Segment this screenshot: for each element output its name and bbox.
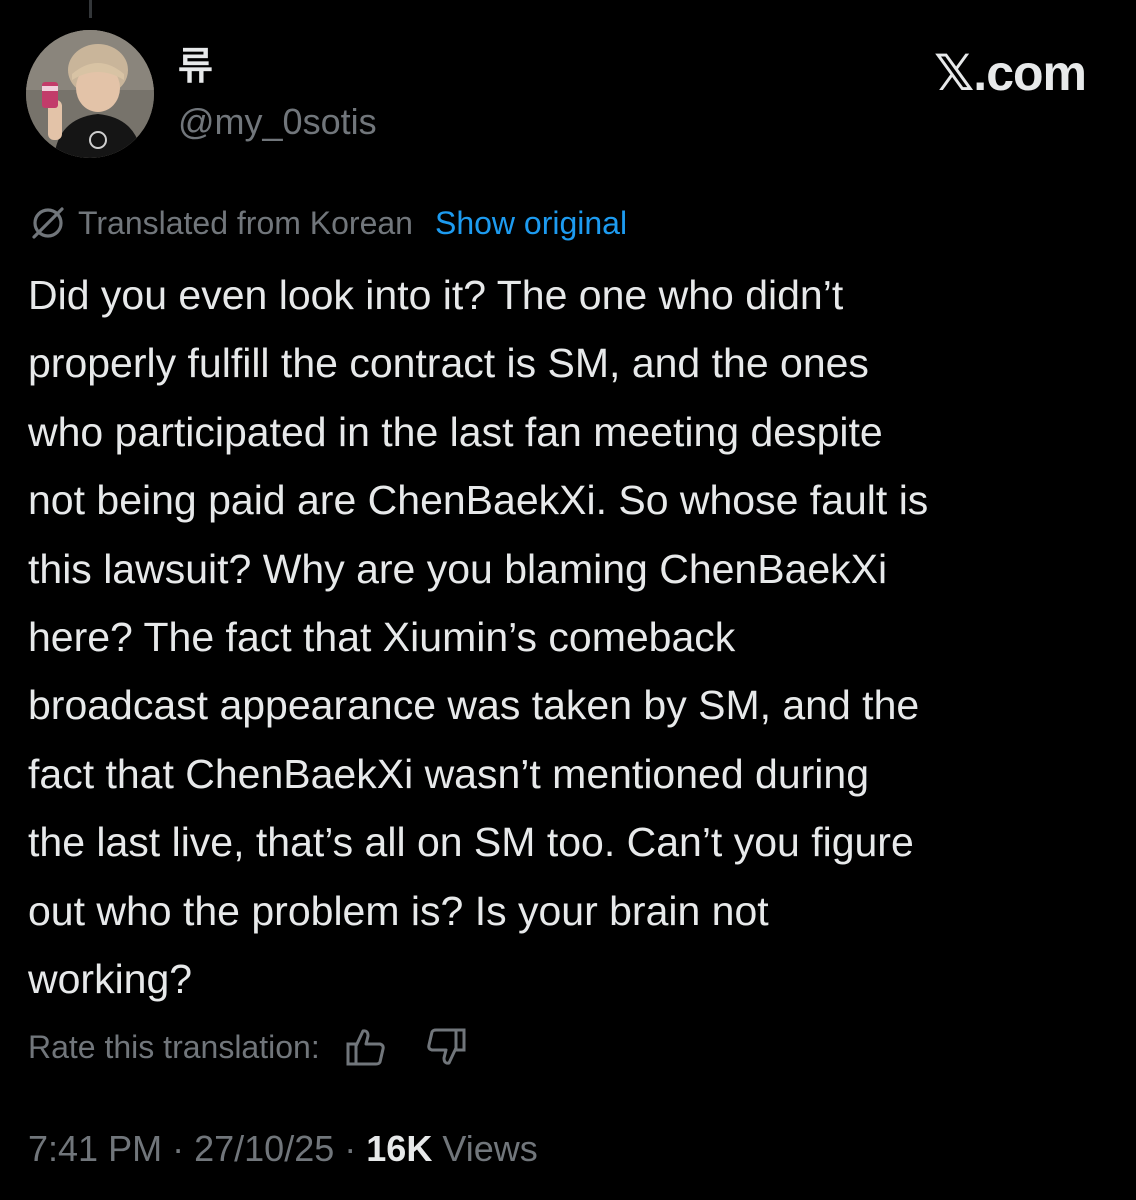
avatar[interactable] [26,30,154,158]
tweet-time[interactable]: 7:41 PM [28,1128,162,1169]
thumbs-up-icon[interactable] [344,1025,388,1069]
meta-separator: · [172,1128,185,1169]
views-label: Views [442,1128,538,1169]
brand-watermark: 𝕏.com [934,45,1087,101]
author-handle[interactable]: @my_0sotis [178,104,377,140]
views-count: 16K [366,1128,433,1169]
translated-from-label: Translated from Korean [78,204,413,241]
meta-separator: · [344,1128,357,1169]
thumbs-down-icon[interactable] [424,1025,468,1069]
thread-connector-line [89,0,92,18]
rate-translation-label: Rate this translation: [28,1028,320,1065]
show-original-link[interactable]: Show original [435,205,627,242]
avatar-photo [26,30,154,158]
translation-bar: Translated from Korean Show original [28,203,627,243]
rate-translation-row: Rate this translation: [28,1024,504,1070]
author-name[interactable]: 류 [178,48,213,86]
tweet-date[interactable]: 27/10/25 [194,1128,334,1169]
translate-globe-icon [28,203,68,243]
tweet-header: 류 @my_0sotis 𝕏.com [26,30,1087,160]
tweet-meta: 7:41 PM · 27/10/25 · 16K Views [28,1128,538,1170]
tweet-text: Did you even look into it? The one who d… [28,272,929,1003]
